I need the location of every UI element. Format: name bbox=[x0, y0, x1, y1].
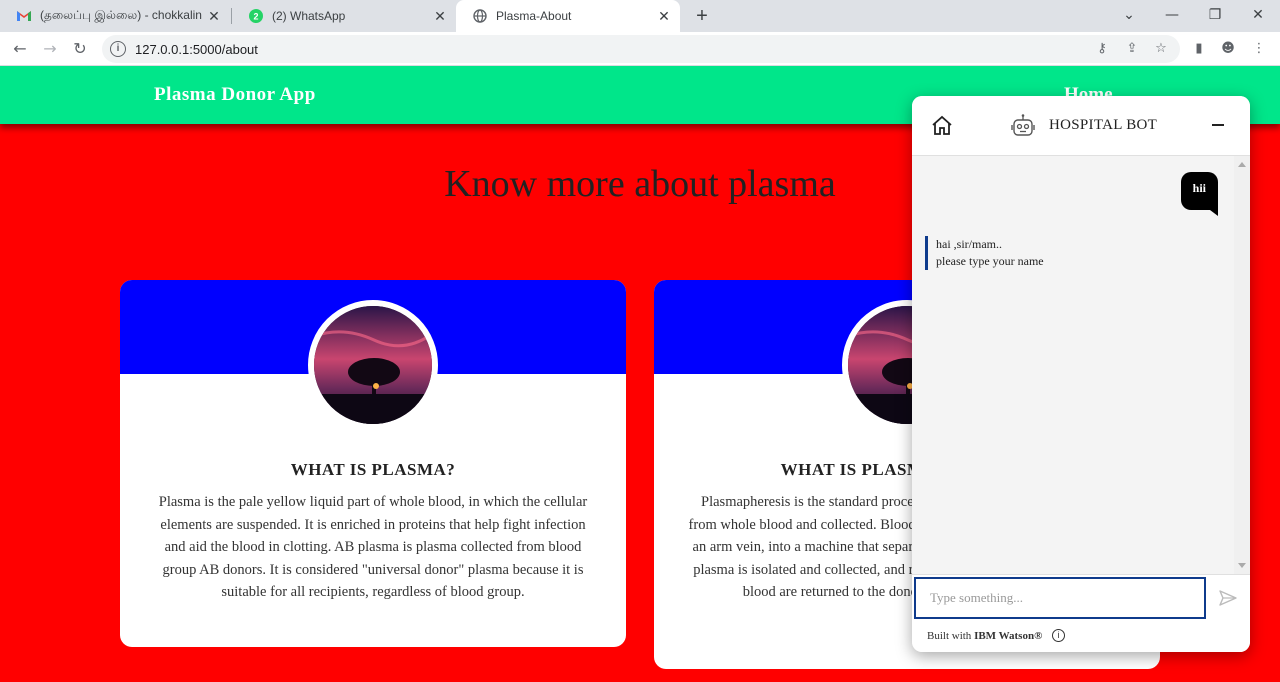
send-icon[interactable] bbox=[1218, 588, 1238, 608]
card-image-tree-sunset bbox=[308, 300, 438, 430]
footer-brand: IBM Watson® bbox=[974, 630, 1043, 642]
info-card-plasma: WHAT IS PLASMA? Plasma is the pale yello… bbox=[120, 280, 626, 647]
reload-icon[interactable]: ↻ bbox=[68, 37, 92, 61]
user-message: hii bbox=[1180, 172, 1219, 216]
info-icon[interactable]: i bbox=[1052, 629, 1065, 642]
tab-search-chevron-icon[interactable]: ⌄ bbox=[1109, 0, 1149, 32]
restore-icon[interactable]: ❐ bbox=[1195, 0, 1235, 32]
chat-footer: Built with IBM Watson® i bbox=[912, 620, 1250, 652]
chat-scrollbar[interactable] bbox=[1234, 156, 1250, 574]
chat-messages: hii hai ,sir/mam.. please type your name… bbox=[912, 156, 1234, 620]
card-title: WHAT IS PLASMA? bbox=[290, 460, 456, 479]
side-panel-icon[interactable]: ▮ bbox=[1190, 40, 1208, 58]
card-text: Plasma is the pale yellow liquid part of… bbox=[158, 494, 588, 600]
whatsapp-icon: 2 bbox=[248, 8, 264, 24]
bot-message-line: please type your name bbox=[936, 254, 1044, 268]
more-menu-icon[interactable]: ⋮ bbox=[1250, 40, 1268, 58]
password-key-icon[interactable]: ⚷ bbox=[1093, 40, 1111, 58]
share-icon[interactable]: ⇪ bbox=[1123, 40, 1141, 58]
new-tab-icon[interactable]: + bbox=[690, 4, 714, 28]
site-brand[interactable]: Plasma Donor App bbox=[154, 84, 316, 106]
tab-whatsapp[interactable]: 2 (2) WhatsApp ✕ bbox=[232, 0, 456, 32]
browser-toolbar: ← → ↻ i 127.0.0.1:5000/about ⚷ ⇪ ☆ ▮ ☻ ⋮ bbox=[0, 32, 1280, 66]
tab-gmail[interactable]: (தலைப்பு இல்லை) - chokkalin ✕ bbox=[0, 0, 230, 32]
footer-prefix: Built with bbox=[927, 630, 972, 642]
address-bar[interactable]: i 127.0.0.1:5000/about bbox=[102, 35, 1180, 63]
minimize-icon[interactable]: — bbox=[1152, 0, 1192, 32]
tab-plasma-about[interactable]: Plasma-About ✕ bbox=[456, 0, 680, 32]
tab-title: (2) WhatsApp bbox=[272, 9, 346, 23]
scroll-down-icon[interactable] bbox=[1238, 563, 1246, 568]
tab-title: (தலைப்பு இல்லை) - chokkalin bbox=[40, 8, 202, 22]
globe-icon bbox=[472, 8, 488, 24]
bookmark-star-icon[interactable]: ☆ bbox=[1152, 40, 1170, 58]
forward-icon[interactable]: → bbox=[38, 37, 62, 61]
scroll-up-icon[interactable] bbox=[1238, 162, 1246, 167]
chat-message-input[interactable] bbox=[914, 577, 1206, 619]
close-icon[interactable]: ✕ bbox=[204, 8, 224, 25]
profile-avatar-icon[interactable]: ☻ bbox=[1219, 40, 1237, 58]
bot-message-line: hai ,sir/mam.. bbox=[936, 237, 1002, 251]
back-icon[interactable]: ← bbox=[8, 37, 32, 61]
url-text[interactable]: 127.0.0.1:5000/about bbox=[135, 42, 258, 57]
site-info-icon[interactable]: i bbox=[110, 41, 126, 57]
whatsapp-badge: 2 bbox=[253, 12, 258, 22]
bot-message: hai ,sir/mam.. please type your name bbox=[925, 236, 1044, 270]
tab-title: Plasma-About bbox=[496, 9, 572, 23]
close-icon[interactable]: ✕ bbox=[430, 8, 450, 25]
close-icon[interactable]: ✕ bbox=[654, 8, 674, 25]
hospital-bot-chat-widget: HOSPITAL BOT hii hai ,sir/mam.. please t… bbox=[912, 96, 1250, 652]
home-icon[interactable] bbox=[930, 114, 954, 138]
browser-tab-strip: (தலைப்பு இல்லை) - chokkalin ✕ 2 (2) What… bbox=[0, 0, 1280, 32]
chat-title: HOSPITAL BOT bbox=[1049, 117, 1158, 133]
chat-input-area bbox=[912, 574, 1250, 620]
minimize-chat-icon[interactable] bbox=[1212, 124, 1224, 126]
gmail-icon bbox=[16, 8, 32, 24]
chat-header: HOSPITAL BOT bbox=[912, 96, 1250, 156]
robot-icon bbox=[1009, 112, 1037, 140]
window-close-icon[interactable]: ✕ bbox=[1238, 0, 1278, 32]
